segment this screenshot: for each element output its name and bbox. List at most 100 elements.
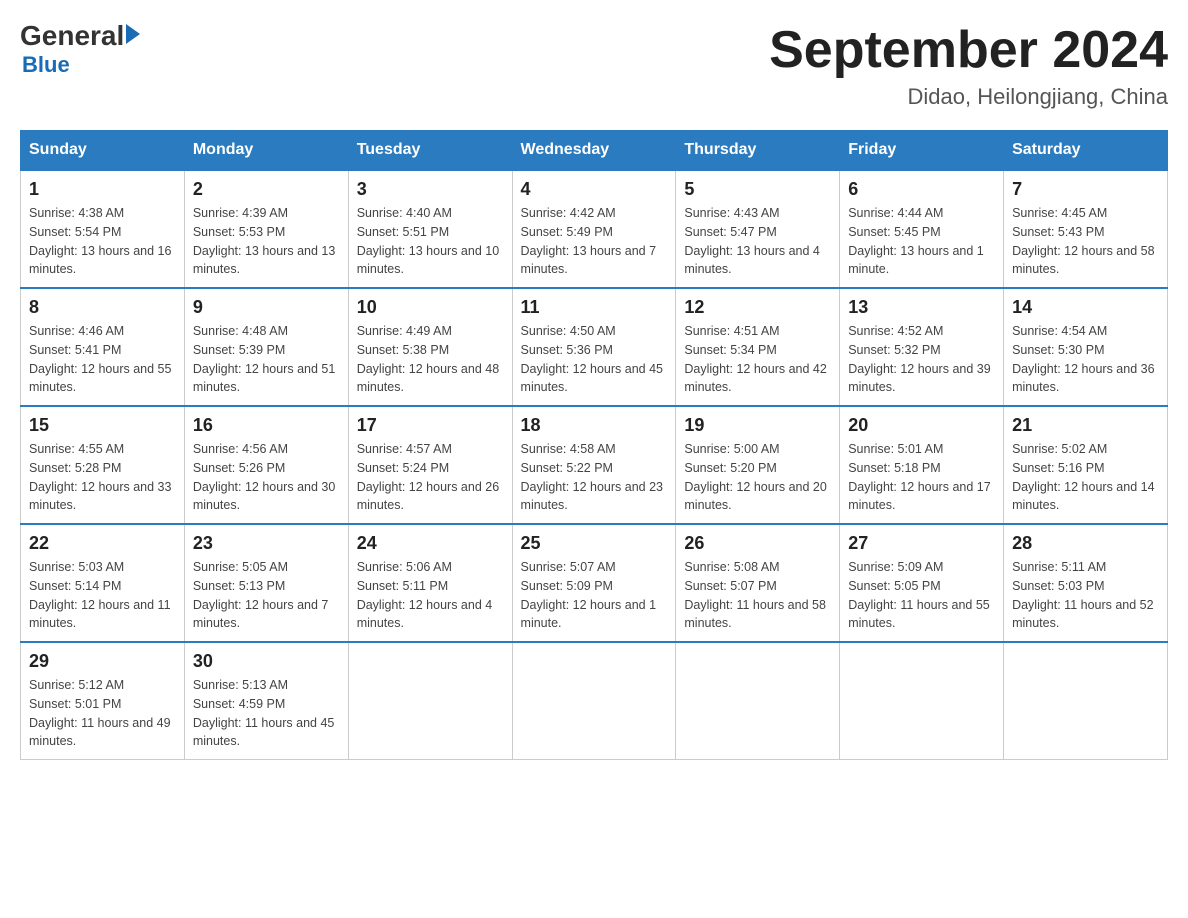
day-number: 17 (357, 415, 504, 436)
weekday-header-row: Sunday Monday Tuesday Wednesday Thursday… (21, 131, 1168, 171)
calendar-cell: 29Sunrise: 5:12 AMSunset: 5:01 PMDayligh… (21, 642, 185, 760)
calendar-cell: 12 Sunrise: 4:51 AMSunset: 5:34 PMDayligh… (676, 288, 840, 406)
logo-text: General (20, 20, 140, 52)
day-info: Sunrise: 5:02 AMSunset: 5:16 PMDaylight:… (1012, 440, 1159, 515)
day-info: Sunrise: 4:50 AMSunset: 5:36 PMDaylight:… (521, 322, 668, 397)
day-info: Sunrise: 5:13 AMSunset: 4:59 PMDaylight:… (193, 676, 340, 751)
calendar-cell (840, 642, 1004, 760)
calendar-cell: 13 Sunrise: 4:52 AMSunset: 5:32 PMDayligh… (840, 288, 1004, 406)
day-info: Sunrise: 4:43 AMSunset: 5:47 PMDaylight:… (684, 204, 831, 279)
day-info: Sunrise: 4:54 AMSunset: 5:30 PMDaylight:… (1012, 322, 1159, 397)
calendar-cell: 22 Sunrise: 5:03 AMSunset: 5:14 PMDayligh… (21, 524, 185, 642)
day-number: 19 (684, 415, 831, 436)
day-info: Sunrise: 4:58 AMSunset: 5:22 PMDaylight:… (521, 440, 668, 515)
week-row-3: 15 Sunrise: 4:55 AMSunset: 5:28 PMDayligh… (21, 406, 1168, 524)
calendar-cell: 15 Sunrise: 4:55 AMSunset: 5:28 PMDayligh… (21, 406, 185, 524)
calendar-cell: 14 Sunrise: 4:54 AMSunset: 5:30 PMDayligh… (1004, 288, 1168, 406)
day-info: Sunrise: 4:40 AMSunset: 5:51 PMDaylight:… (357, 204, 504, 279)
calendar-cell: 19 Sunrise: 5:00 AMSunset: 5:20 PMDayligh… (676, 406, 840, 524)
header-monday: Monday (184, 131, 348, 171)
calendar-cell: 7Sunrise: 4:45 AMSunset: 5:43 PMDaylight… (1004, 170, 1168, 288)
day-number: 18 (521, 415, 668, 436)
day-info: Sunrise: 4:38 AMSunset: 5:54 PMDaylight:… (29, 204, 176, 279)
week-row-5: 29Sunrise: 5:12 AMSunset: 5:01 PMDayligh… (21, 642, 1168, 760)
calendar-cell: 27 Sunrise: 5:09 AMSunset: 5:05 PMDayligh… (840, 524, 1004, 642)
day-number: 30 (193, 651, 340, 672)
day-number: 25 (521, 533, 668, 554)
week-row-2: 8 Sunrise: 4:46 AMSunset: 5:41 PMDaylight… (21, 288, 1168, 406)
calendar-cell: 25 Sunrise: 5:07 AMSunset: 5:09 PMDayligh… (512, 524, 676, 642)
day-number: 21 (1012, 415, 1159, 436)
calendar-cell: 30 Sunrise: 5:13 AMSunset: 4:59 PMDayligh… (184, 642, 348, 760)
header-saturday: Saturday (1004, 131, 1168, 171)
day-info: Sunrise: 4:55 AMSunset: 5:28 PMDaylight:… (29, 440, 176, 515)
day-info: Sunrise: 4:52 AMSunset: 5:32 PMDaylight:… (848, 322, 995, 397)
calendar-table: Sunday Monday Tuesday Wednesday Thursday… (20, 130, 1168, 760)
day-info: Sunrise: 5:06 AMSunset: 5:11 PMDaylight:… (357, 558, 504, 633)
day-number: 23 (193, 533, 340, 554)
calendar-cell: 18 Sunrise: 4:58 AMSunset: 5:22 PMDayligh… (512, 406, 676, 524)
day-info: Sunrise: 4:42 AMSunset: 5:49 PMDaylight:… (521, 204, 668, 279)
day-number: 29 (29, 651, 176, 672)
day-info: Sunrise: 5:03 AMSunset: 5:14 PMDaylight:… (29, 558, 176, 633)
day-info: Sunrise: 4:48 AMSunset: 5:39 PMDaylight:… (193, 322, 340, 397)
day-info: Sunrise: 4:56 AMSunset: 5:26 PMDaylight:… (193, 440, 340, 515)
day-number: 6 (848, 179, 995, 200)
day-info: Sunrise: 5:09 AMSunset: 5:05 PMDaylight:… (848, 558, 995, 633)
calendar-cell: 4 Sunrise: 4:42 AMSunset: 5:49 PMDaylight… (512, 170, 676, 288)
calendar-cell: 3 Sunrise: 4:40 AMSunset: 5:51 PMDaylight… (348, 170, 512, 288)
logo-general: General (20, 20, 124, 52)
day-info: Sunrise: 4:49 AMSunset: 5:38 PMDaylight:… (357, 322, 504, 397)
day-number: 15 (29, 415, 176, 436)
day-info: Sunrise: 5:08 AMSunset: 5:07 PMDaylight:… (684, 558, 831, 633)
calendar-cell (676, 642, 840, 760)
day-number: 1 (29, 179, 176, 200)
calendar-cell: 6Sunrise: 4:44 AMSunset: 5:45 PMDaylight… (840, 170, 1004, 288)
calendar-cell: 28 Sunrise: 5:11 AMSunset: 5:03 PMDayligh… (1004, 524, 1168, 642)
day-number: 28 (1012, 533, 1159, 554)
day-number: 3 (357, 179, 504, 200)
day-number: 22 (29, 533, 176, 554)
day-number: 13 (848, 297, 995, 318)
day-info: Sunrise: 4:39 AMSunset: 5:53 PMDaylight:… (193, 204, 340, 279)
day-number: 8 (29, 297, 176, 318)
day-info: Sunrise: 5:05 AMSunset: 5:13 PMDaylight:… (193, 558, 340, 633)
day-info: Sunrise: 4:46 AMSunset: 5:41 PMDaylight:… (29, 322, 176, 397)
day-number: 27 (848, 533, 995, 554)
day-number: 4 (521, 179, 668, 200)
calendar-cell: 17Sunrise: 4:57 AMSunset: 5:24 PMDayligh… (348, 406, 512, 524)
day-info: Sunrise: 5:01 AMSunset: 5:18 PMDaylight:… (848, 440, 995, 515)
day-number: 7 (1012, 179, 1159, 200)
calendar-cell: 24Sunrise: 5:06 AMSunset: 5:11 PMDayligh… (348, 524, 512, 642)
calendar-cell: 11 Sunrise: 4:50 AMSunset: 5:36 PMDayligh… (512, 288, 676, 406)
calendar-cell: 10 Sunrise: 4:49 AMSunset: 5:38 PMDayligh… (348, 288, 512, 406)
day-number: 12 (684, 297, 831, 318)
day-info: Sunrise: 5:11 AMSunset: 5:03 PMDaylight:… (1012, 558, 1159, 633)
logo: General Blue (20, 20, 140, 78)
day-number: 26 (684, 533, 831, 554)
calendar-cell: 8 Sunrise: 4:46 AMSunset: 5:41 PMDaylight… (21, 288, 185, 406)
day-info: Sunrise: 5:07 AMSunset: 5:09 PMDaylight:… (521, 558, 668, 633)
day-info: Sunrise: 5:00 AMSunset: 5:20 PMDaylight:… (684, 440, 831, 515)
day-number: 10 (357, 297, 504, 318)
calendar-cell: 20Sunrise: 5:01 AMSunset: 5:18 PMDayligh… (840, 406, 1004, 524)
logo-blue: Blue (22, 52, 70, 78)
week-row-1: 1 Sunrise: 4:38 AMSunset: 5:54 PMDaylight… (21, 170, 1168, 288)
day-info: Sunrise: 4:51 AMSunset: 5:34 PMDaylight:… (684, 322, 831, 397)
title-area: September 2024 Didao, Heilongjiang, Chin… (769, 20, 1168, 110)
header-wednesday: Wednesday (512, 131, 676, 171)
header-thursday: Thursday (676, 131, 840, 171)
calendar-cell (1004, 642, 1168, 760)
location-title: Didao, Heilongjiang, China (769, 84, 1168, 110)
day-number: 5 (684, 179, 831, 200)
week-row-4: 22 Sunrise: 5:03 AMSunset: 5:14 PMDayligh… (21, 524, 1168, 642)
calendar-cell (512, 642, 676, 760)
calendar-cell: 1 Sunrise: 4:38 AMSunset: 5:54 PMDaylight… (21, 170, 185, 288)
calendar-cell (348, 642, 512, 760)
logo-arrow-icon (126, 24, 140, 44)
header-tuesday: Tuesday (348, 131, 512, 171)
day-number: 11 (521, 297, 668, 318)
calendar-cell: 26 Sunrise: 5:08 AMSunset: 5:07 PMDayligh… (676, 524, 840, 642)
day-number: 14 (1012, 297, 1159, 318)
header-friday: Friday (840, 131, 1004, 171)
